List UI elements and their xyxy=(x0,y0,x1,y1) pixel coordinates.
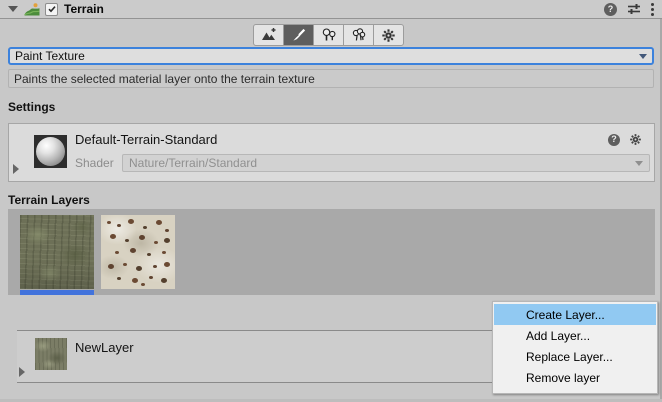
terrain-inspector: Terrain ? xyxy=(0,0,662,402)
layer-context-menu: Create Layer... Add Layer... Replace Lay… xyxy=(492,301,658,394)
settings-section-label: Settings xyxy=(8,100,55,114)
rock-speckles xyxy=(107,221,111,224)
enabled-checkbox[interactable] xyxy=(45,3,58,16)
tool-terrain-settings-button[interactable] xyxy=(373,24,404,46)
tool-create-neighbor-terrains-button[interactable] xyxy=(253,24,284,46)
grass-details-icon xyxy=(351,27,367,43)
kebab-menu-icon[interactable] xyxy=(651,3,654,16)
menu-item-remove-layer[interactable]: Remove layer xyxy=(494,367,656,388)
material-editor-box: Default-Terrain-Standard Shader Nature/T… xyxy=(8,123,655,182)
material-name: Default-Terrain-Standard xyxy=(75,132,217,147)
component-foldout-icon[interactable] xyxy=(8,6,18,12)
terrain-layers-palette xyxy=(8,209,655,295)
mode-description-text: Paints the selected material layer onto … xyxy=(14,72,315,86)
menu-item-add-layer[interactable]: Add Layer... xyxy=(494,325,656,346)
material-gear-icon[interactable] xyxy=(629,133,642,146)
shader-label: Shader xyxy=(75,156,114,170)
tool-paint-details-button[interactable] xyxy=(343,24,374,46)
new-layer-thumbnail[interactable] xyxy=(35,338,67,370)
gear-icon xyxy=(381,28,396,43)
menu-item-create-layer[interactable]: Create Layer... xyxy=(494,304,656,325)
tool-paint-terrain-button[interactable] xyxy=(283,24,314,46)
chevron-down-icon xyxy=(635,161,643,166)
selected-layer-indicator xyxy=(20,290,94,295)
chevron-down-icon xyxy=(639,54,647,59)
menu-item-replace-layer[interactable]: Replace Layer... xyxy=(494,346,656,367)
terrain-component-icon xyxy=(24,2,40,17)
shader-value: Nature/Terrain/Standard xyxy=(129,156,257,170)
material-sphere-icon xyxy=(36,137,65,166)
tool-paint-trees-button[interactable] xyxy=(313,24,344,46)
terrain-tool-toolbar xyxy=(253,24,404,46)
checkmark-icon xyxy=(47,4,57,14)
paint-mode-dropdown[interactable]: Paint Texture xyxy=(8,47,654,65)
component-title: Terrain xyxy=(64,2,104,16)
presets-icon[interactable] xyxy=(627,3,641,15)
mountain-plus-icon xyxy=(261,27,277,43)
component-header: Terrain ? xyxy=(0,0,662,19)
mode-description-helpbox: Paints the selected material layer onto … xyxy=(8,69,654,88)
shader-dropdown: Nature/Terrain/Standard xyxy=(122,154,650,172)
help-icon[interactable]: ? xyxy=(604,3,617,16)
material-foldout-icon[interactable] xyxy=(13,164,19,174)
material-preview[interactable] xyxy=(34,135,67,168)
paintbrush-icon xyxy=(291,28,306,43)
layer-thumbnail-rock[interactable] xyxy=(101,215,175,289)
trees-icon xyxy=(321,27,337,43)
new-layer-name: NewLayer xyxy=(75,340,134,355)
paint-mode-value: Paint Texture xyxy=(15,49,85,63)
material-help-icon[interactable]: ? xyxy=(608,134,620,146)
terrain-layers-section-label: Terrain Layers xyxy=(8,193,90,207)
new-layer-foldout-icon[interactable] xyxy=(19,367,25,377)
layer-thumbnail-grass[interactable] xyxy=(20,215,94,289)
